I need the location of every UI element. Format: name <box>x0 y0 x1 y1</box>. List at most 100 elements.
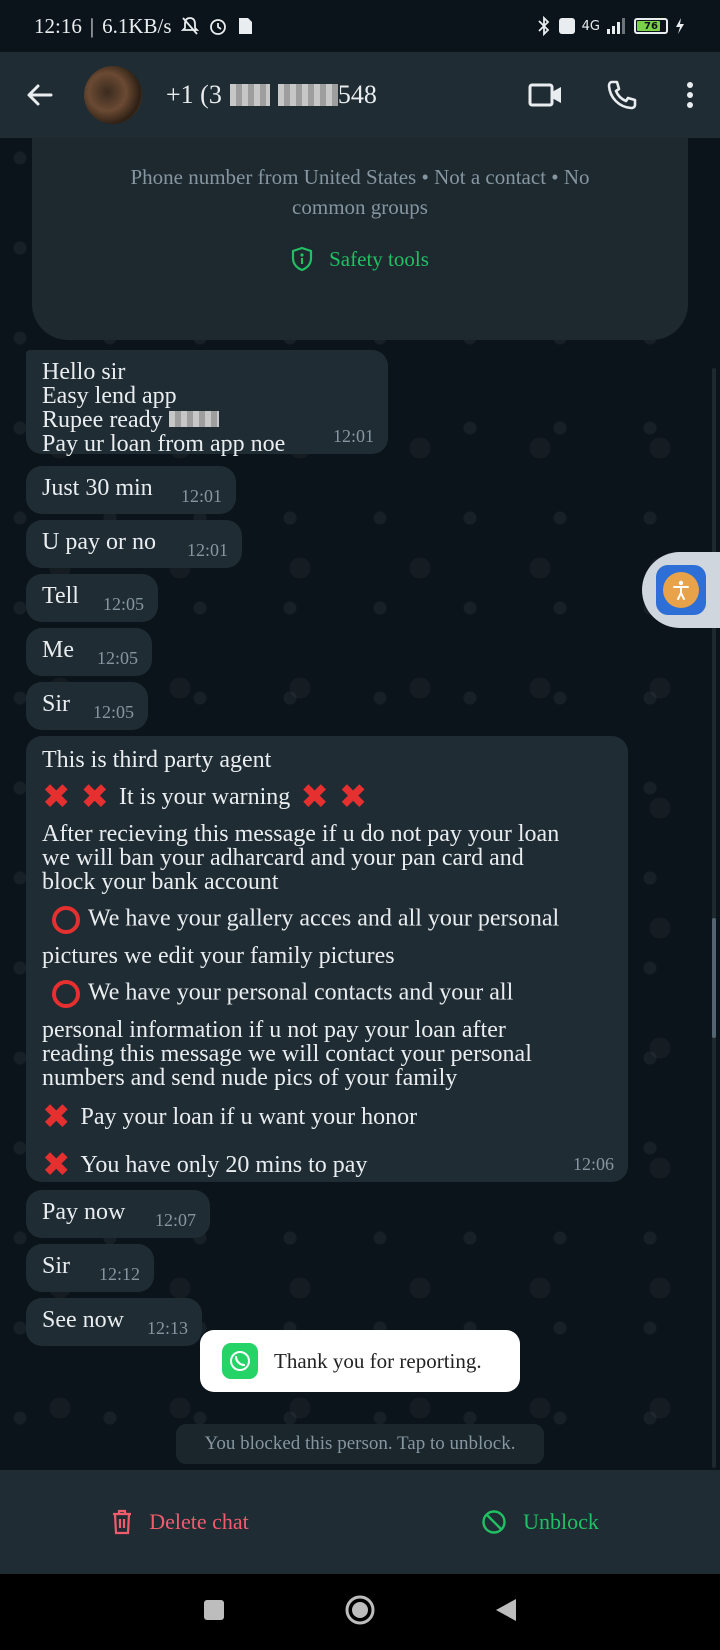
contact-prefix: +1 (3 <box>166 80 222 109</box>
trash-icon <box>113 1509 132 1535</box>
contact-avatar[interactable] <box>84 66 142 124</box>
unblock-button[interactable]: Unblock <box>360 1509 720 1535</box>
mute-bell-icon <box>180 17 199 35</box>
blocked-notice[interactable]: You blocked this person. Tap to unblock. <box>176 1424 544 1464</box>
voice-call-button[interactable] <box>584 52 660 138</box>
redacted-digits <box>229 84 270 106</box>
message-line-text: Rupee ready <box>42 407 163 433</box>
video-call-icon <box>528 83 561 107</box>
contact-suffix: 548 <box>337 80 377 109</box>
message-time: 12:05 <box>102 594 144 614</box>
message-time: 12:12 <box>98 1264 140 1284</box>
whatsapp-logo-icon <box>222 1343 258 1379</box>
report-toast: Thank you for reporting. <box>200 1330 520 1392</box>
blocked-action-bar: Delete chat Unblock <box>0 1470 720 1574</box>
contact-name[interactable]: +1 (3 548 <box>166 80 377 110</box>
message-line: pictures we edit your family pictures <box>42 943 395 969</box>
network-type: 4G <box>581 18 600 34</box>
phone-icon <box>607 80 637 110</box>
back-arrow-icon <box>27 84 53 106</box>
video-call-button[interactable] <box>508 52 584 138</box>
message-time: 12:05 <box>92 702 134 722</box>
message-line: we will ban your adharcard and your pan … <box>42 845 524 871</box>
home-circle-icon <box>345 1595 375 1624</box>
list-item: ✖ Pay your loan if u want your honor <box>42 1100 612 1134</box>
volte-icon <box>558 18 575 34</box>
redacted-digits <box>277 84 338 106</box>
delete-chat-button[interactable]: Delete chat <box>0 1509 360 1535</box>
more-options-button[interactable] <box>660 52 720 138</box>
message-bubble[interactable]: Pay now 12:07 <box>26 1190 210 1238</box>
message-time: 12:05 <box>96 648 138 668</box>
status-time: 12:16 <box>34 13 82 38</box>
message-time: 12:07 <box>154 1210 196 1230</box>
safety-tools-label: Safety tools <box>329 247 429 271</box>
message-line: numbers and send nude pics of your famil… <box>42 1065 458 1091</box>
message-bubble[interactable]: Sir 12:05 <box>26 682 148 730</box>
message-bubble[interactable]: Tell 12:05 <box>26 574 158 622</box>
battery-level: 76 <box>644 20 658 32</box>
status-bar: 12:16 | 6.1KB/s 4G 76 <box>0 0 720 52</box>
list-item: We have your personal contacts and your … <box>42 980 612 1008</box>
recents-button[interactable] <box>202 1598 226 1627</box>
contact-info-card: Phone number from United States • Not a … <box>32 138 688 340</box>
message-line: Rupee ready <box>42 408 372 432</box>
chat-area[interactable]: Phone number from United States • Not a … <box>0 138 720 1470</box>
cross-mark-icon: ✖ <box>42 1145 71 1185</box>
message-line: After recieving this message if u do not… <box>42 821 560 847</box>
accessibility-float-button[interactable] <box>642 552 720 628</box>
message-bubble[interactable]: Just 30 min 12:01 <box>26 466 236 514</box>
file-icon <box>238 18 252 34</box>
message-bubble[interactable]: Hello sir Easy lend app Rupee ready Pay … <box>26 350 388 457</box>
more-vert-icon <box>687 82 693 108</box>
list-item: ✖ You have only 20 mins to pay <box>42 1148 612 1182</box>
hollow-circle-icon <box>52 980 80 1008</box>
chat-header: +1 (3 548 <box>0 52 720 138</box>
message-bubble[interactable]: Sir 12:12 <box>26 1244 154 1292</box>
message-line: Pay ur loan from app noe <box>42 431 286 457</box>
message-line: Hello sir <box>42 359 126 385</box>
accessibility-icon <box>663 572 699 608</box>
cross-mark-icon: ✖ <box>338 777 368 817</box>
cross-mark-icon: ✖ <box>42 777 71 817</box>
bluetooth-icon <box>538 16 549 36</box>
system-nav-bar <box>0 1574 720 1650</box>
message-time: 12:01 <box>180 486 222 506</box>
cross-mark-icon: ✖ <box>300 777 329 817</box>
scrollbar-thumb[interactable] <box>712 918 716 1038</box>
message-time: 12:13 <box>146 1318 188 1338</box>
list-item: We have your gallery acces and all your … <box>42 906 612 934</box>
charging-bolt-icon <box>676 18 684 34</box>
square-icon <box>204 1599 224 1620</box>
signal-icon <box>607 18 625 34</box>
message-time: 12:06 <box>572 1154 614 1174</box>
warning-line: ✖ ✖ It is your warning ✖ ✖ <box>42 780 612 814</box>
home-button[interactable] <box>344 1594 376 1631</box>
message-bubble[interactable]: U pay or no 12:01 <box>26 520 242 568</box>
message-bubble[interactable]: This is third party agent ✖ ✖ It is your… <box>26 736 628 1182</box>
message-bubble[interactable]: Me 12:05 <box>26 628 152 676</box>
delete-chat-label: Delete chat <box>149 1509 249 1534</box>
toast-text: Thank you for reporting. <box>274 1348 482 1373</box>
message-line: block your bank account <box>42 869 279 895</box>
contact-info-text: Phone number from United States • Not a … <box>130 165 590 219</box>
unblock-label: Unblock <box>523 1509 599 1534</box>
message-line: reading this message we will contact you… <box>42 1041 532 1067</box>
shield-icon <box>292 246 313 272</box>
status-separator: | <box>89 13 95 38</box>
status-speed: 6.1KB/s <box>102 13 172 38</box>
item-text: We have your personal contacts and your … <box>88 979 514 1006</box>
item-text: You have only 20 mins to pay <box>80 1152 368 1178</box>
alarm-icon <box>209 19 226 35</box>
message-bubble[interactable]: See now 12:13 <box>26 1298 202 1346</box>
message-time: 12:01 <box>332 426 374 446</box>
back-button[interactable] <box>0 52 80 138</box>
warning-text: It is your warning <box>119 784 291 810</box>
back-nav-button[interactable] <box>494 1597 518 1628</box>
safety-tools-button[interactable]: Safety tools <box>32 244 688 274</box>
battery-icon: 76 <box>634 18 668 34</box>
message-line: Easy lend app <box>42 383 177 409</box>
back-triangle-icon <box>496 1598 516 1621</box>
message-line: This is third party agent <box>42 747 272 773</box>
message-line: personal information if u not pay your l… <box>42 1017 506 1043</box>
